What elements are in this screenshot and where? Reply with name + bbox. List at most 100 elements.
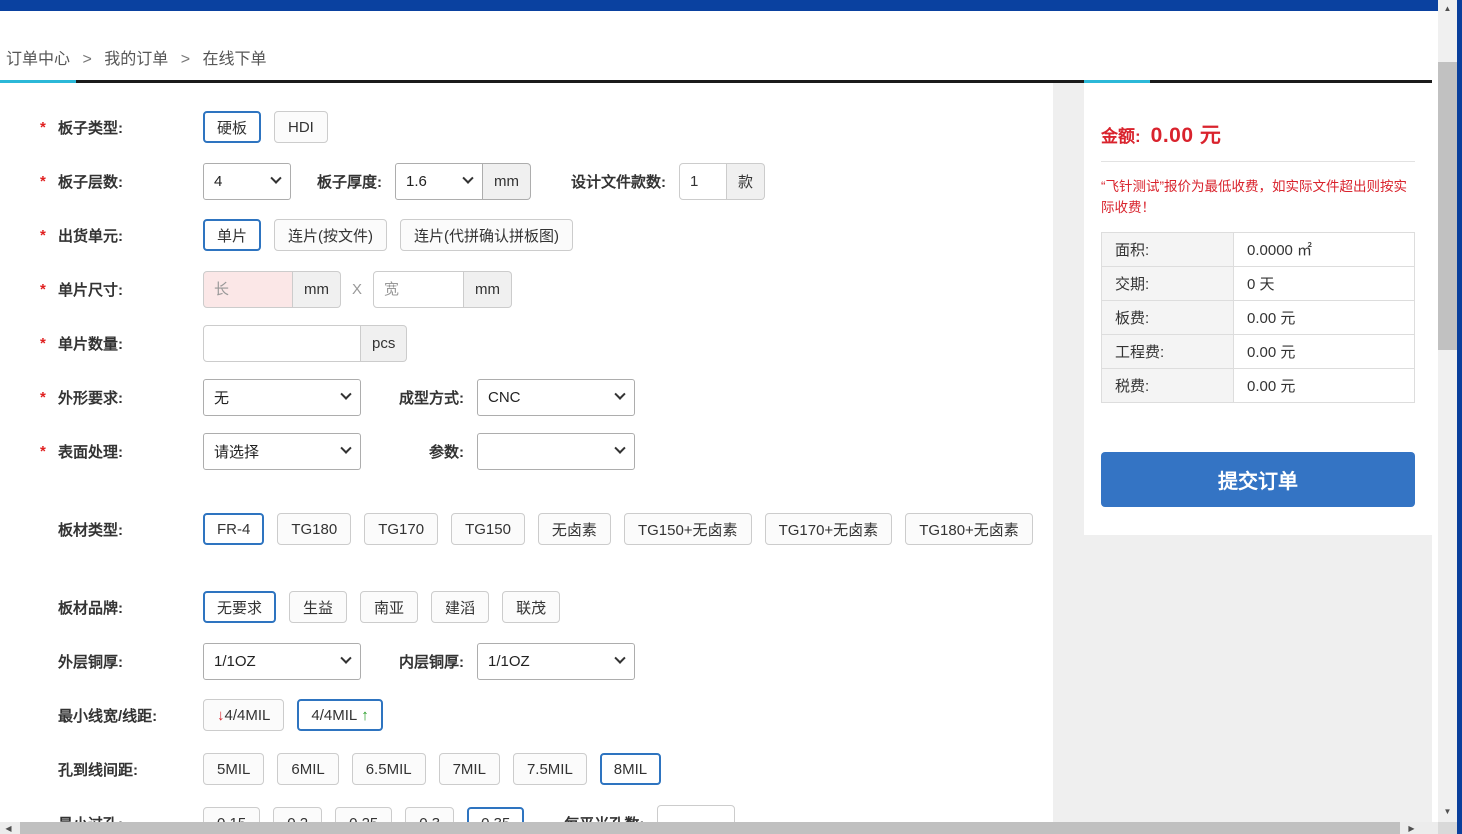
fee-label-leadtime: 交期: — [1102, 266, 1234, 300]
fee-value-engineering: 0.00 元 — [1234, 334, 1415, 368]
min-via-option-015[interactable]: 0.15 — [203, 807, 260, 822]
material-brand-option-shengyi[interactable]: 生益 — [289, 591, 347, 623]
piece-size-label: 单片尺寸: — [58, 279, 123, 300]
ship-unit-option-panel-confirm[interactable]: 连片(代拼确认拼板图) — [400, 219, 573, 251]
material-type-option-tg170[interactable]: TG170 — [364, 513, 438, 545]
piece-width-unit: mm — [464, 271, 512, 308]
min-via-option-035[interactable]: 0.35 — [467, 807, 524, 822]
material-brand-option-any[interactable]: 无要求 — [203, 591, 276, 623]
surface-select[interactable]: 请选择 — [203, 433, 361, 470]
hole-spacing-option-7mil[interactable]: 7MIL — [439, 753, 500, 785]
design-files-label: 设计文件款数: — [571, 171, 666, 192]
min-trace-below-text: 4/4MIL — [225, 707, 271, 724]
min-via-option-025[interactable]: 0.25 — [335, 807, 392, 822]
surface-param-label: 参数: — [374, 441, 464, 462]
min-via-option-03[interactable]: 0.3 — [405, 807, 454, 822]
inner-copper-select[interactable]: 1/1OZ — [477, 643, 635, 680]
material-type-option-tg150[interactable]: TG150 — [451, 513, 525, 545]
row-surface: *表面处理: 请选择 参数: — [0, 424, 1053, 478]
fee-value-board: 0.00 元 — [1234, 300, 1415, 334]
min-via-option-02[interactable]: 0.2 — [273, 807, 322, 822]
holes-per-sqm-input[interactable] — [657, 805, 735, 823]
scroll-right-icon[interactable]: ▶ — [1403, 822, 1420, 834]
min-trace-option-below[interactable]: ↓4/4MIL — [203, 699, 284, 731]
breadcrumb-order-center[interactable]: 订单中心 — [6, 51, 70, 68]
fee-table: 面积: 0.0000 ㎡ 交期: 0 天 板费: 0.00 元 工程费: — [1101, 232, 1415, 403]
amount-row: 金额: 0.00 元 — [1101, 83, 1415, 149]
fee-label-area: 面积: — [1102, 232, 1234, 266]
horizontal-scrollbar[interactable]: ◀ ▶ — [0, 822, 1438, 834]
forming-select[interactable]: CNC — [477, 379, 635, 416]
row-material-type: 板材类型: FR-4 TG180 TG170 TG150 无卤素 TG150+无… — [0, 478, 1053, 580]
table-row: 板费: 0.00 元 — [1102, 300, 1415, 334]
material-type-option-tg170-halogen-free[interactable]: TG170+无卤素 — [765, 513, 893, 545]
min-trace-option-above[interactable]: 4/4MIL↑ — [297, 699, 382, 731]
required-asterisk: * — [40, 173, 58, 190]
outer-copper-select[interactable]: 1/1OZ — [203, 643, 361, 680]
hole-spacing-option-7-5mil[interactable]: 7.5MIL — [513, 753, 587, 785]
vertical-scrollbar-thumb[interactable] — [1438, 62, 1457, 350]
surface-param-select[interactable] — [477, 433, 635, 470]
row-min-trace: 最小线宽/线距: ↓4/4MIL 4/4MIL↑ — [0, 688, 1053, 742]
design-files-input[interactable] — [679, 163, 727, 200]
required-asterisk: * — [40, 119, 58, 136]
breadcrumb-my-orders[interactable]: 我的订单 — [104, 51, 168, 68]
ship-unit-option-panel-by-file[interactable]: 连片(按文件) — [274, 219, 387, 251]
chevron-down-icon — [270, 173, 281, 184]
chevron-down-icon — [462, 173, 473, 184]
top-blue-bar — [0, 0, 1438, 11]
design-files-unit: 款 — [727, 163, 765, 200]
piece-length-input[interactable] — [203, 271, 293, 308]
piece-width-input[interactable] — [373, 271, 464, 308]
layers-select[interactable]: 4 — [203, 163, 291, 200]
piece-qty-label: 单片数量: — [58, 333, 123, 354]
chevron-down-icon — [340, 443, 351, 454]
row-piece-qty: *单片数量: pcs — [0, 316, 1053, 370]
inner-copper-select-value: 1/1OZ — [488, 653, 530, 670]
hole-spacing-option-6-5mil[interactable]: 6.5MIL — [352, 753, 426, 785]
thickness-select[interactable]: 1.6 — [395, 163, 483, 200]
row-piece-size: *单片尺寸: mm X mm — [0, 262, 1053, 316]
fee-value-area: 0.0000 ㎡ — [1234, 232, 1415, 266]
submit-order-button[interactable]: 提交订单 — [1101, 452, 1415, 507]
material-brand-option-kingboard[interactable]: 建滔 — [431, 591, 489, 623]
quote-panel-region: 金额: 0.00 元 “飞针测试”报价为最低收费，如实际文件超出则按实际收费！ … — [1084, 83, 1432, 822]
row-hole-spacing: 孔到线间距: 5MIL 6MIL 6.5MIL 7MIL 7.5MIL 8MIL — [0, 742, 1053, 796]
row-board-type: *板子类型: 硬板 HDI — [0, 100, 1053, 154]
piece-qty-input[interactable] — [203, 325, 361, 362]
material-type-option-halogen-free[interactable]: 无卤素 — [538, 513, 611, 545]
piece-qty-unit: pcs — [361, 325, 407, 362]
vertical-scrollbar[interactable]: ▲ ▼ — [1438, 0, 1457, 822]
material-type-option-fr4[interactable]: FR-4 — [203, 513, 264, 545]
scroll-up-icon[interactable]: ▲ — [1438, 0, 1457, 17]
outline-select[interactable]: 无 — [203, 379, 361, 416]
ship-unit-option-single[interactable]: 单片 — [203, 219, 261, 251]
table-row: 工程费: 0.00 元 — [1102, 334, 1415, 368]
surface-label: 表面处理: — [58, 441, 123, 462]
scroll-left-icon[interactable]: ◀ — [0, 822, 17, 834]
material-type-option-tg180[interactable]: TG180 — [277, 513, 351, 545]
scroll-down-icon[interactable]: ▼ — [1438, 803, 1457, 820]
horizontal-scrollbar-thumb[interactable] — [20, 822, 1400, 834]
panel-gutter — [1053, 83, 1084, 822]
table-row: 交期: 0 天 — [1102, 266, 1415, 300]
arrow-down-icon: ↓ — [217, 707, 225, 724]
hole-spacing-option-6mil[interactable]: 6MIL — [277, 753, 338, 785]
material-type-option-tg180-halogen-free[interactable]: TG180+无卤素 — [905, 513, 1033, 545]
chevron-down-icon — [614, 389, 625, 400]
hole-spacing-option-5mil[interactable]: 5MIL — [203, 753, 264, 785]
material-brand-option-nanya[interactable]: 南亚 — [360, 591, 418, 623]
outer-copper-select-value: 1/1OZ — [214, 653, 256, 670]
outline-label: 外形要求: — [58, 387, 123, 408]
material-brand-option-itequ[interactable]: 联茂 — [502, 591, 560, 623]
required-asterisk: * — [40, 335, 58, 352]
material-type-option-tg150-halogen-free[interactable]: TG150+无卤素 — [624, 513, 752, 545]
surface-select-value: 请选择 — [214, 441, 259, 462]
page-viewport: 订单中心 > 我的订单 > 在线下单 *板子类型: 硬板 HDI *板子层数: — [0, 11, 1438, 822]
row-layers: *板子层数: 4 板子厚度: 1.6 mm 设计文件款数: 款 — [0, 154, 1053, 208]
min-via-label: 最小过孔: — [58, 813, 123, 823]
board-type-option-rigid[interactable]: 硬板 — [203, 111, 261, 143]
board-type-option-hdi[interactable]: HDI — [274, 111, 328, 143]
inner-copper-label: 内层铜厚: — [374, 651, 464, 672]
hole-spacing-option-8mil[interactable]: 8MIL — [600, 753, 661, 785]
